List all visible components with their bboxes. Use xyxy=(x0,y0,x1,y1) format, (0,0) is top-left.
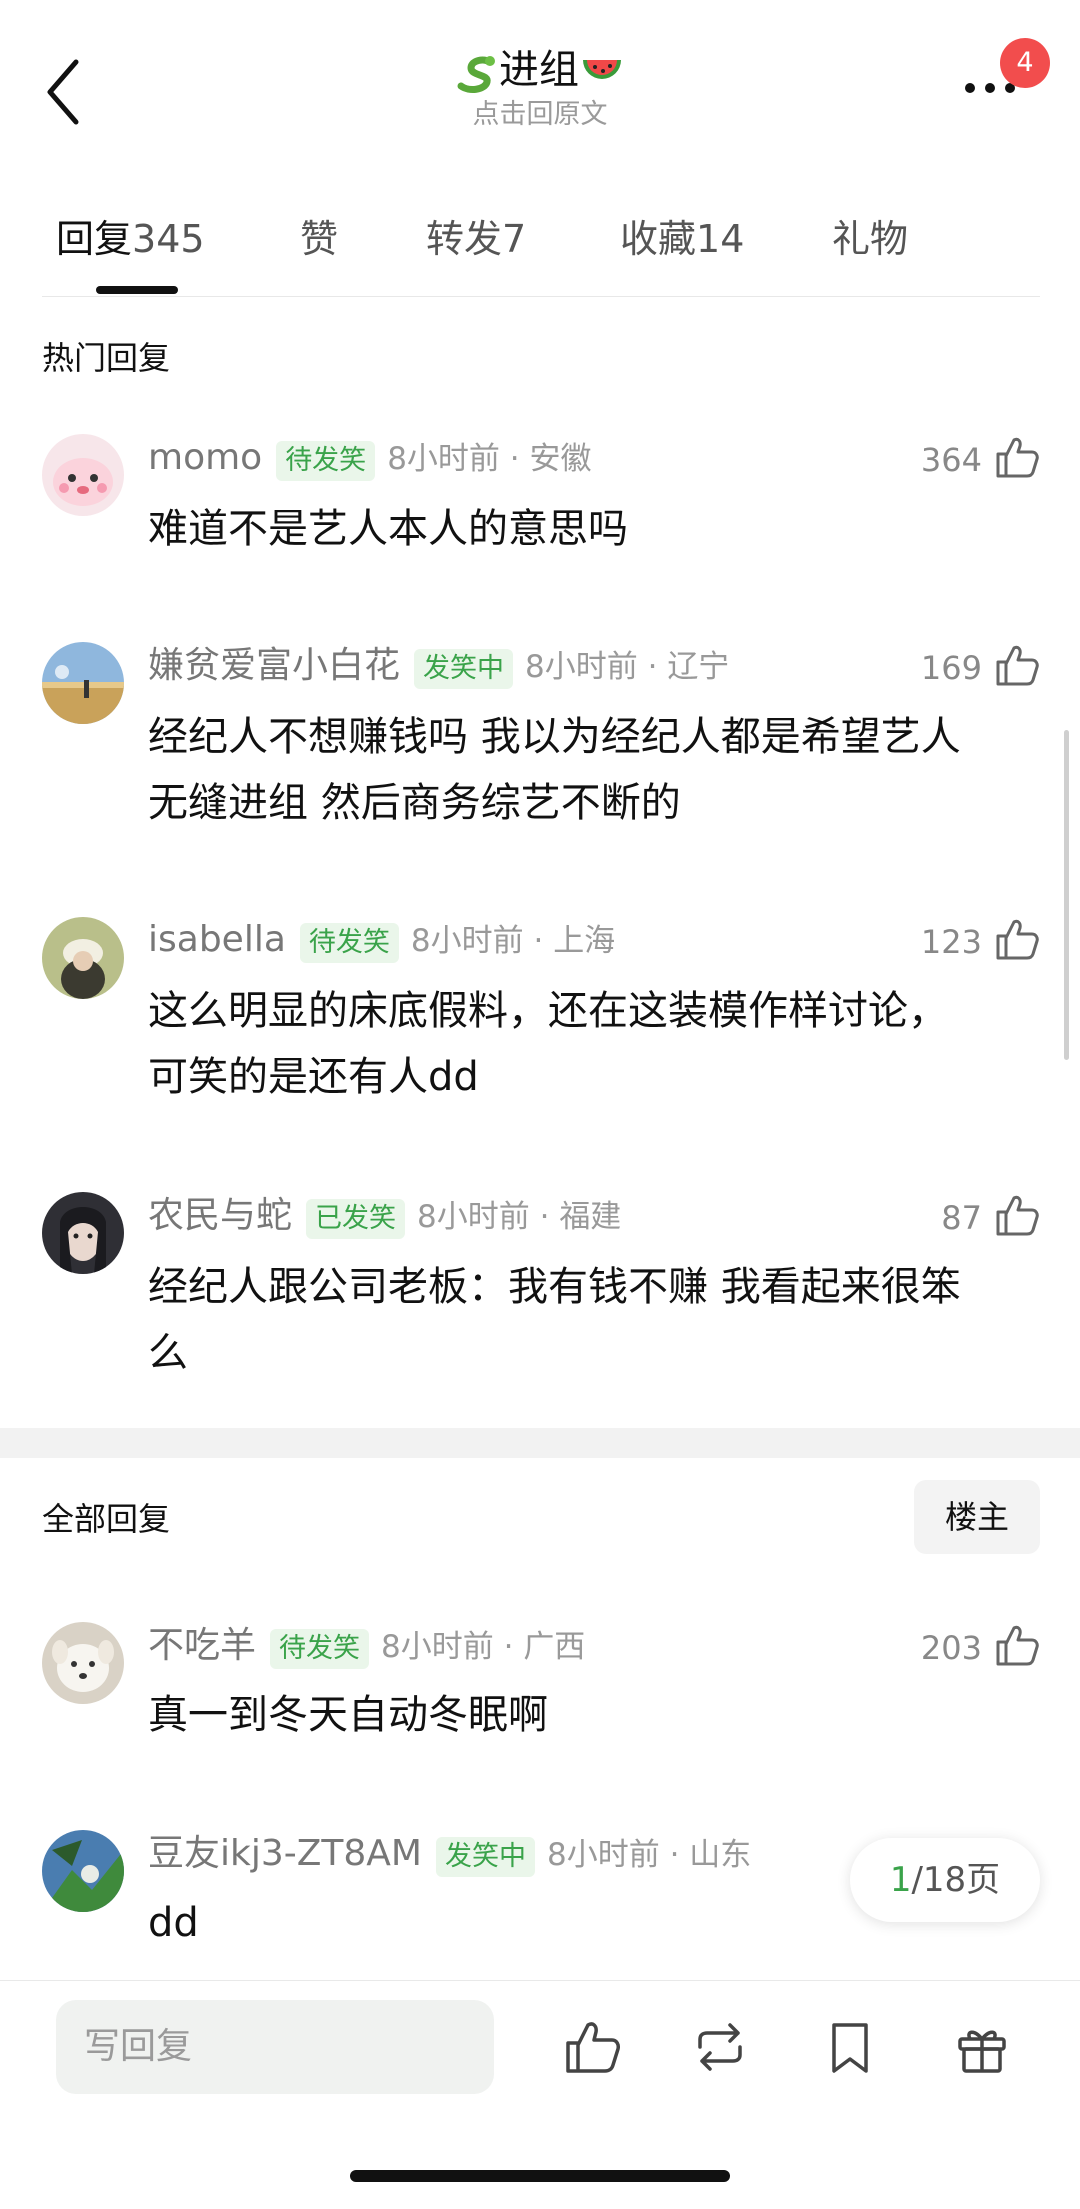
tab-replies[interactable]: 回复345 xyxy=(56,208,205,263)
comment-line: 经纪人不想赚钱吗 我以为经纪人都是希望艺人 xyxy=(148,714,961,760)
thumb-up-icon[interactable] xyxy=(994,1622,1040,1668)
comment-line: 无缝进组 然后商务综艺不断的 xyxy=(148,780,681,826)
location: 辽宁 xyxy=(667,649,730,685)
timestamp: 8小时前 xyxy=(387,441,500,477)
tab-count: 14 xyxy=(696,217,745,261)
all-replies-heading: 全部回复 xyxy=(42,1500,171,1538)
tab-label: 礼物 xyxy=(832,217,909,261)
hot-replies-heading: 热门回复 xyxy=(42,339,171,377)
timestamp: 8小时前 xyxy=(381,1629,494,1665)
thumb-up-icon[interactable] xyxy=(562,2017,622,2077)
comment-line: 这么明显的床底假料，还在这装模作样讨论， xyxy=(148,988,948,1034)
tab-favorites[interactable]: 收藏14 xyxy=(620,208,744,263)
comment-text: 经纪人不想赚钱吗 我以为经纪人都是希望艺人 无缝进组 然后商务综艺不断的 xyxy=(148,704,1068,836)
timestamp: 8小时前 xyxy=(525,649,638,685)
location: 上海 xyxy=(553,923,616,959)
page-title: 进组 xyxy=(0,40,1080,100)
avatar[interactable] xyxy=(42,1622,124,1704)
comment-text: 真一到冬天自动冬眠啊 xyxy=(148,1682,1068,1748)
avatar[interactable] xyxy=(42,1830,124,1912)
comment-line: 经纪人跟公司老板：我有钱不赚 我看起来很笨 xyxy=(148,1264,961,1310)
like-count: 87 xyxy=(941,1199,982,1237)
repost-icon[interactable] xyxy=(690,2017,750,2077)
tab-reposts[interactable]: 转发7 xyxy=(426,208,526,263)
username[interactable]: 不吃羊 xyxy=(148,1625,256,1666)
thumb-up-icon[interactable] xyxy=(994,1192,1040,1238)
status-badge: 待发笑 xyxy=(270,1628,370,1669)
divider xyxy=(0,1980,1080,1981)
tab-likes[interactable]: 赞 xyxy=(300,208,338,263)
status-badge: 发笑中 xyxy=(414,648,514,689)
bookmark-icon[interactable] xyxy=(820,2017,880,2077)
comment-header: 豆友ikj3-ZT8AM 发笑中 8小时前 · 山东 xyxy=(148,1826,751,1888)
reply-input[interactable]: 写回复 xyxy=(56,2000,494,2094)
snake-emoji-icon xyxy=(457,56,495,93)
comment-text: 这么明显的床底假料，还在这装模作样讨论， 可笑的是还有人dd xyxy=(148,978,1068,1110)
like-count: 364 xyxy=(920,441,982,479)
title-text: 进组 xyxy=(499,47,579,93)
section-divider xyxy=(0,1428,1080,1458)
comment-text: 经纪人跟公司老板：我有钱不赚 我看起来很笨 么 xyxy=(148,1254,1068,1386)
like-count: 169 xyxy=(920,649,982,687)
avatar[interactable] xyxy=(42,434,124,516)
status-badge: 已发笑 xyxy=(306,1198,406,1239)
status-badge: 待发笑 xyxy=(299,922,399,963)
notification-badge: 4 xyxy=(1000,38,1050,88)
tab-gifts[interactable]: 礼物 xyxy=(832,208,908,263)
tab-label: 赞 xyxy=(300,217,339,261)
watermelon-emoji-icon xyxy=(583,60,621,79)
username[interactable]: 嫌贫爱富小白花 xyxy=(148,645,400,686)
current-page: 1 xyxy=(889,1860,912,1900)
location: 广西 xyxy=(523,1629,586,1665)
op-only-filter-button[interactable]: 楼主 xyxy=(914,1480,1040,1554)
like-count: 203 xyxy=(920,1629,982,1667)
comment-line: 真一到冬天自动冬眠啊 xyxy=(148,1692,548,1738)
tab-count: 7 xyxy=(502,217,527,261)
avatar[interactable] xyxy=(42,917,124,999)
tab-label: 转发 xyxy=(426,217,503,261)
gift-icon[interactable] xyxy=(952,2017,1012,2077)
like-count: 123 xyxy=(920,923,982,961)
location: 山东 xyxy=(689,1837,752,1873)
avatar[interactable] xyxy=(42,642,124,724)
home-indicator xyxy=(350,2170,730,2182)
comment-header: 农民与蛇 已发笑 8小时前 · 福建 xyxy=(148,1188,621,1250)
tab-label: 回复 xyxy=(56,217,133,261)
comment-line: 可笑的是还有人dd xyxy=(148,1054,479,1100)
thumb-up-icon[interactable] xyxy=(994,642,1040,688)
username[interactable]: 豆友ikj3-ZT8AM xyxy=(148,1833,422,1874)
tab-count: 345 xyxy=(132,217,205,261)
page-indicator[interactable]: 1/18页 xyxy=(850,1838,1040,1922)
location: 安徽 xyxy=(529,441,592,477)
timestamp: 8小时前 xyxy=(410,923,524,959)
total-pages: /18页 xyxy=(911,1860,1001,1900)
status-badge: 待发笑 xyxy=(276,440,376,481)
tab-label: 收藏 xyxy=(620,217,697,261)
comment-header: momo 待发笑 8小时前 · 安徽 xyxy=(148,430,591,492)
username[interactable]: 农民与蛇 xyxy=(148,1195,292,1236)
timestamp: 8小时前 xyxy=(547,1837,660,1873)
scrollbar[interactable] xyxy=(1064,730,1069,1060)
comment-line: 么 xyxy=(148,1330,188,1376)
location: 福建 xyxy=(559,1199,622,1235)
avatar[interactable] xyxy=(42,1192,124,1274)
comment-line: 难道不是艺人本人的意思吗 xyxy=(148,506,628,552)
comment-text: 难道不是艺人本人的意思吗 xyxy=(148,496,1068,562)
comment-header: isabella 待发笑 8小时前 · 上海 xyxy=(148,912,615,974)
comment-header: 不吃羊 待发笑 8小时前 · 广西 xyxy=(148,1618,585,1680)
username[interactable]: momo xyxy=(148,437,262,478)
thumb-up-icon[interactable] xyxy=(994,434,1040,480)
thumb-up-icon[interactable] xyxy=(994,916,1040,962)
divider xyxy=(42,296,1040,297)
active-tab-indicator xyxy=(96,286,178,294)
username[interactable]: isabella xyxy=(148,919,286,960)
comment-header: 嫌贫爱富小白花 发笑中 8小时前 · 辽宁 xyxy=(148,638,729,700)
view-original-link[interactable]: 点击回原文 xyxy=(0,92,1080,131)
timestamp: 8小时前 xyxy=(417,1199,530,1235)
status-badge: 发笑中 xyxy=(436,1836,535,1877)
